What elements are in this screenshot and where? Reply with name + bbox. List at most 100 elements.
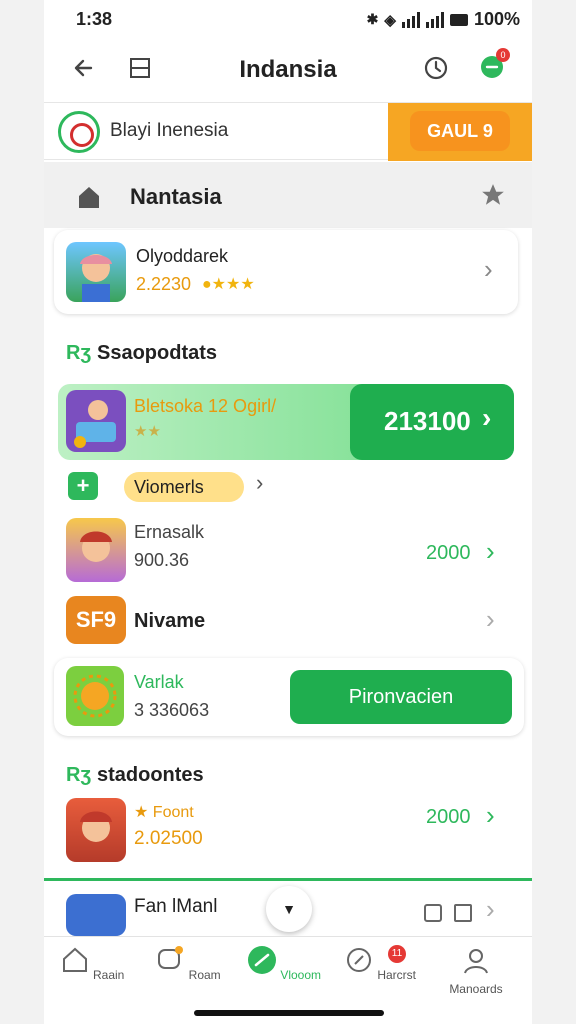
nav-label: Manoards <box>449 982 503 996</box>
page-title: Indansia <box>239 56 337 83</box>
character-icon <box>80 531 112 562</box>
item-sub: 3 336063 <box>134 700 210 720</box>
highlight-stars: ★★ <box>134 423 161 440</box>
notification-badge: 0 <box>496 48 510 62</box>
sun-icon <box>73 674 117 718</box>
heading-label: Ssaopodtats <box>96 342 218 364</box>
highlight-banner[interactable]: Bletsoka 12 Ogirl/ ★★ 213100 › <box>58 384 514 460</box>
nav-item-room[interactable]: Roam <box>150 945 226 982</box>
home-icon <box>62 947 87 972</box>
featured-thumbnail <box>66 242 126 302</box>
item-name: Ernasalk <box>134 522 205 542</box>
user-icon <box>464 949 488 974</box>
item-value: 2000 <box>426 542 471 564</box>
brand-logo <box>58 111 100 153</box>
nav-badge: 11 <box>388 945 406 963</box>
nav-label: Roam <box>188 968 221 982</box>
promo-panel: GAUL 9 <box>388 103 532 161</box>
status-bar: 1:38 ✱ ◈ 100% <box>44 0 532 40</box>
list-thumbnail <box>66 666 124 726</box>
featured-card[interactable]: Olyoddarek 2.2230 ●★★★ › <box>54 230 518 314</box>
heading-label: stadoontes <box>96 764 204 786</box>
chevron-right-icon: › <box>486 800 495 830</box>
signal-icon <box>401 11 420 28</box>
heading-prefix: Rʒ <box>66 764 91 786</box>
banner-label: Blayi Inenesia <box>110 120 229 141</box>
category-chip[interactable]: Viomerls <box>124 472 244 502</box>
featured-name: Olyoddarek <box>136 246 229 266</box>
divider <box>44 878 532 881</box>
chat-button[interactable]: 0 <box>474 48 510 84</box>
section-heading: Rʒ Ssaopodtats <box>66 342 217 365</box>
list-thumbnail <box>66 798 126 862</box>
star-icon[interactable] <box>480 182 506 208</box>
status-icons: ✱ ◈ 100% <box>367 9 520 30</box>
wifi-icon: ◈ <box>384 11 396 29</box>
item-sub: 900.36 <box>134 550 190 570</box>
list-thumbnail <box>66 518 126 582</box>
list-thumbnail <box>66 894 126 936</box>
chevron-right-icon[interactable]: › <box>256 470 263 496</box>
copy-icon[interactable] <box>424 904 442 922</box>
nav-label: Harcrst <box>377 968 416 982</box>
compass-icon <box>346 948 371 972</box>
item-name: Nivame <box>134 610 206 632</box>
signal-icon-2 <box>425 11 444 28</box>
nav-item-home[interactable]: Raain <box>54 945 130 982</box>
image-icon[interactable] <box>454 904 472 922</box>
item-name-text: Foont <box>152 804 194 821</box>
section-header: Nantasia <box>44 162 532 228</box>
heading-prefix: Rʒ <box>66 342 91 364</box>
item-sub: 2.02500 <box>134 828 203 849</box>
highlight-thumbnail <box>66 390 126 452</box>
list-item[interactable]: Ernasalk 900.36 2000 › <box>54 514 520 590</box>
chevron-right-icon: › <box>486 536 495 566</box>
promo-button[interactable]: GAUL 9 <box>410 111 510 151</box>
chevron-right-icon: › <box>486 894 495 924</box>
character-icon <box>80 811 112 842</box>
home-icon <box>79 187 99 208</box>
bluetooth-icon: ✱ <box>366 11 379 27</box>
home-indicator <box>194 1010 384 1016</box>
bottom-nav: Raain Roam Vlooom 11 Harcrst Manoards <box>44 936 532 1010</box>
highlight-title: Bletsoka 12 Ogirl/ <box>134 396 277 416</box>
nav-label: Vlooom <box>280 968 322 982</box>
nav-item-profile[interactable]: Manoards <box>438 945 514 996</box>
item-value: 2000 <box>426 806 471 828</box>
status-time: 1:38 <box>76 9 113 29</box>
scroll-down-button[interactable]: ▼ <box>266 886 312 932</box>
add-icon[interactable]: + <box>68 472 98 500</box>
chevron-down-icon: ▼ <box>282 901 296 917</box>
item-name: Varlak <box>134 672 184 692</box>
action-button[interactable]: Pironvacien <box>290 670 512 724</box>
item-name: ★ Foont <box>134 804 194 821</box>
chat-icon <box>158 946 184 969</box>
item-name: Fan lManl <box>134 896 218 917</box>
section-title: Nantasia <box>130 184 222 209</box>
character-icon <box>74 400 116 448</box>
trend-icon <box>247 946 276 974</box>
featured-price: 2.2230 <box>136 274 192 294</box>
battery-icon <box>449 13 468 26</box>
history-button[interactable] <box>418 50 454 86</box>
list-item[interactable]: SF9 Nivame › <box>54 592 520 652</box>
section-heading: Rʒ stadoontes <box>66 764 204 787</box>
chevron-right-icon: › <box>482 402 492 433</box>
list-thumbnail: SF9 <box>66 596 126 644</box>
highlight-button[interactable]: 213100 › <box>350 384 514 460</box>
list-item[interactable]: ★ Foont 2.02500 2000 › <box>54 794 520 870</box>
nav-item-active[interactable]: Vlooom <box>246 945 322 982</box>
character-icon <box>80 254 112 302</box>
nav-label: Raain <box>92 968 125 982</box>
top-app-bar: Indansia 0 <box>44 42 532 98</box>
highlight-button-label: 213100 <box>384 406 471 436</box>
chevron-right-icon: › <box>484 254 493 284</box>
battery-percent: 100% <box>473 9 520 29</box>
brand-banner[interactable]: Blayi Inenesia GAUL 9 <box>44 102 532 161</box>
rating-stars: ●★★★ <box>202 276 255 293</box>
app-screen: 1:38 ✱ ◈ 100% Indansia 0 Blayi Inenesia <box>44 0 532 1024</box>
action-card: Varlak 3 336063 Pironvacien <box>54 658 524 736</box>
clock-icon <box>424 56 448 80</box>
nav-item-history[interactable]: 11 Harcrst <box>342 945 418 982</box>
chevron-right-icon: › <box>486 604 495 634</box>
